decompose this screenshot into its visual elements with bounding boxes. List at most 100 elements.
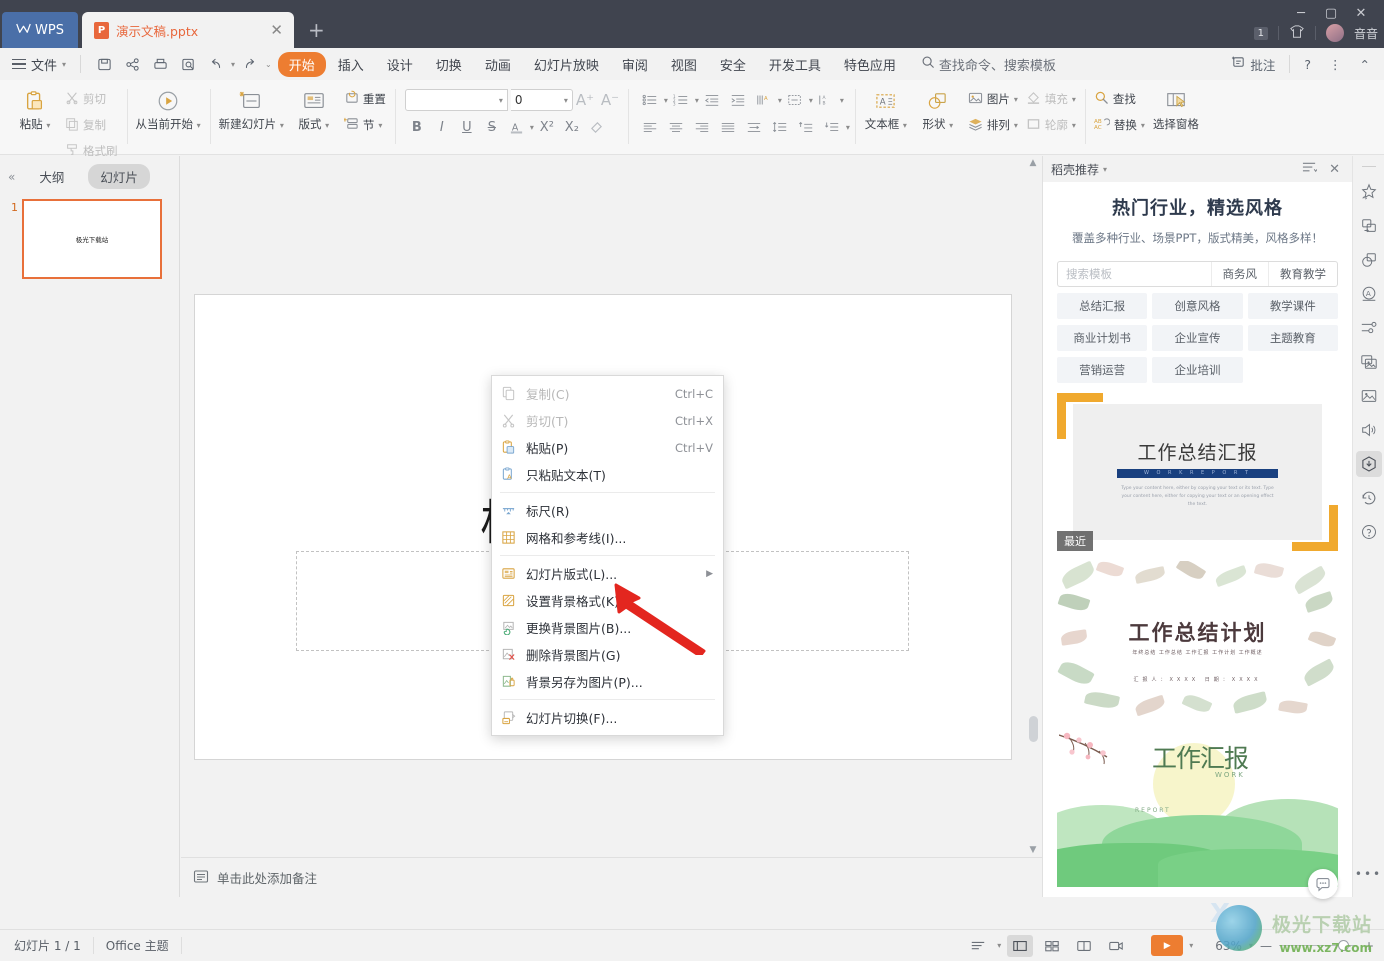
close-icon[interactable]: ✕ (1325, 162, 1344, 177)
start-slideshow-button[interactable]: ▶ (1151, 935, 1184, 956)
chevron-down-icon[interactable]: ▾ (664, 96, 668, 105)
file-menu-button[interactable]: 文件 ▾ (0, 55, 76, 74)
undo-icon[interactable] (203, 52, 229, 76)
docer-icon[interactable] (1355, 451, 1382, 477)
help-icon[interactable] (1356, 519, 1382, 545)
chevron-down-icon[interactable]: ▾ (840, 96, 844, 105)
chevron-down-icon[interactable]: ▾ (1249, 941, 1253, 950)
paste-button[interactable]: 粘贴 ▾ (9, 83, 61, 132)
outline-button[interactable]: 轮廓 ▾ (1022, 114, 1080, 136)
replace-button[interactable]: AB AC 替换 ▾ (1090, 114, 1149, 136)
context-menu-item-grid-and-guides[interactable]: 网格和参考线(I)... (492, 524, 723, 551)
tab-insert[interactable]: 插入 (327, 52, 375, 77)
tag-business-plan[interactable]: 商业计划书 (1057, 325, 1148, 351)
template-card-work-summary-plan[interactable]: 工作总结计划 年终总结 工作总结 工作汇报 工作计划 工作概述 汇报人：XXXX… (1057, 561, 1338, 719)
collapse-ribbon-icon[interactable]: ⌃ (1352, 52, 1378, 76)
close-icon[interactable]: ✕ (267, 21, 286, 39)
font-size-select[interactable]: 0 ▾ (510, 89, 573, 111)
collapse-panel-icon[interactable]: « (8, 170, 15, 184)
columns-icon[interactable]: AB (814, 89, 839, 111)
chat-support-button[interactable] (1308, 869, 1338, 899)
tab-developer[interactable]: 开发工具 (758, 52, 832, 77)
audio-icon[interactable] (1356, 417, 1382, 443)
window-close-icon[interactable]: ✕ (1346, 2, 1376, 24)
textbox-button[interactable]: A 文本框 ▾ (860, 83, 912, 132)
slide-thumbnail-1[interactable]: 极光下载站 (22, 199, 162, 279)
tab-animations[interactable]: 动画 (474, 52, 522, 77)
user-name[interactable]: 音音 (1354, 25, 1378, 42)
list-menu-icon[interactable] (1298, 161, 1321, 177)
zoom-slider-track[interactable] (1278, 940, 1357, 951)
new-slide-button[interactable]: 新建幻灯片 ▾ (215, 83, 288, 132)
template-card-work-report-spring[interactable]: 工作汇报 WORK REPORT (1057, 729, 1338, 887)
template-search-input[interactable]: 搜索模板 (1058, 262, 1211, 286)
redo-icon[interactable] (237, 52, 263, 76)
print-preview-icon[interactable] (175, 52, 201, 76)
chevron-down-icon[interactable]: ▾ (231, 60, 235, 69)
bullets-icon[interactable] (638, 89, 663, 111)
distribute-icon[interactable] (742, 116, 767, 138)
adjust-icon[interactable] (1356, 315, 1382, 341)
underline-icon[interactable]: U (455, 116, 479, 138)
reading-view-icon[interactable] (1071, 935, 1097, 957)
share-icon[interactable] (119, 52, 145, 76)
context-menu-item-change-background-image[interactable]: 更换背景图片(B)... (492, 614, 723, 641)
chevron-down-icon[interactable]: ▾ (997, 941, 1001, 950)
strikethrough-icon[interactable]: S (480, 116, 504, 138)
decrease-indent-icon[interactable] (700, 89, 725, 111)
shrink-font-icon[interactable]: A⁻ (601, 91, 623, 109)
context-menu[interactable]: 复制(C) Ctrl+C 剪切(T) Ctrl+X 粘贴(P) Ctrl+V A… (491, 375, 724, 736)
tab-featured-apps[interactable]: 特色应用 (833, 52, 907, 77)
align-text-icon[interactable] (783, 89, 808, 111)
scroll-up-icon[interactable]: ▲ (1030, 158, 1037, 168)
font-family-select[interactable]: ▾ (404, 89, 508, 111)
save-icon[interactable] (91, 52, 117, 76)
numbering-icon[interactable]: 123 (669, 89, 694, 111)
wps-home-button[interactable]: WPS (2, 12, 78, 48)
zoom-in-button[interactable]: + (1364, 939, 1374, 953)
search-chip-education[interactable]: 教育教学 (1268, 262, 1337, 286)
help-icon[interactable]: ? (1296, 52, 1319, 76)
zoom-out-button[interactable]: — (1260, 939, 1272, 953)
selection-pane-button[interactable]: 选择窗格 (1149, 83, 1203, 132)
history-icon[interactable] (1356, 485, 1382, 511)
tab-transitions[interactable]: 切换 (425, 52, 473, 77)
minimize-icon[interactable]: ─ (1286, 2, 1316, 24)
open-docs-badge[interactable]: 1 (1253, 26, 1268, 40)
picture-button[interactable]: 图片 ▾ (964, 88, 1022, 110)
fill-button[interactable]: 填充 ▾ (1022, 88, 1080, 110)
arrange-button[interactable]: 排列 ▾ (964, 114, 1022, 136)
scrollbar-thumb[interactable] (1028, 716, 1038, 742)
text-direction-icon[interactable]: A (752, 89, 777, 111)
skin-icon[interactable] (1289, 24, 1305, 42)
tab-security[interactable]: 安全 (709, 52, 757, 77)
grow-font-icon[interactable]: A⁺ (576, 91, 598, 109)
maximize-icon[interactable]: ▢ (1316, 2, 1346, 24)
theme-label[interactable]: Office 主题 (94, 937, 182, 954)
cut-button[interactable]: 剪切 (61, 88, 122, 110)
find-button[interactable]: 查找 (1090, 88, 1149, 110)
shapes-button[interactable]: 形状 ▾ (912, 83, 964, 132)
effects-icon[interactable] (1356, 179, 1382, 205)
context-menu-item-format-background[interactable]: 设置背景格式(K)... (492, 587, 723, 614)
tab-outline[interactable]: 大纲 (27, 164, 76, 189)
chevron-down-icon[interactable]: ▾ (695, 96, 699, 105)
tag-corporate-promo[interactable]: 企业宣传 (1152, 325, 1243, 351)
tag-corporate-training[interactable]: 企业培训 (1152, 357, 1243, 383)
more-icon[interactable]: ••• (1355, 861, 1382, 887)
more-options-icon[interactable]: ⋮ (1321, 52, 1350, 76)
context-menu-item-save-background-as-image[interactable]: 背景另存为图片(P)... (492, 668, 723, 695)
image-icon[interactable] (1356, 383, 1382, 409)
template-card-work-summary-report[interactable]: 工作总结汇报 W O R K R E P O R T Type your con… (1057, 393, 1338, 551)
justify-icon[interactable] (716, 116, 741, 138)
font-color-icon[interactable]: A (505, 116, 529, 138)
reset-button[interactable]: 重置 (340, 88, 390, 110)
chevron-down-icon[interactable]: ▾ (809, 96, 813, 105)
vertical-scrollbar[interactable]: ▲ ▼ (1026, 156, 1040, 857)
clear-format-icon[interactable] (585, 116, 609, 138)
increase-indent-icon[interactable] (726, 89, 751, 111)
tab-slides[interactable]: 幻灯片 (88, 164, 150, 189)
notes-pane[interactable]: 单击此处添加备注 (181, 857, 1042, 897)
avatar[interactable] (1325, 24, 1344, 42)
zoom-slider-knob[interactable] (1337, 940, 1349, 951)
